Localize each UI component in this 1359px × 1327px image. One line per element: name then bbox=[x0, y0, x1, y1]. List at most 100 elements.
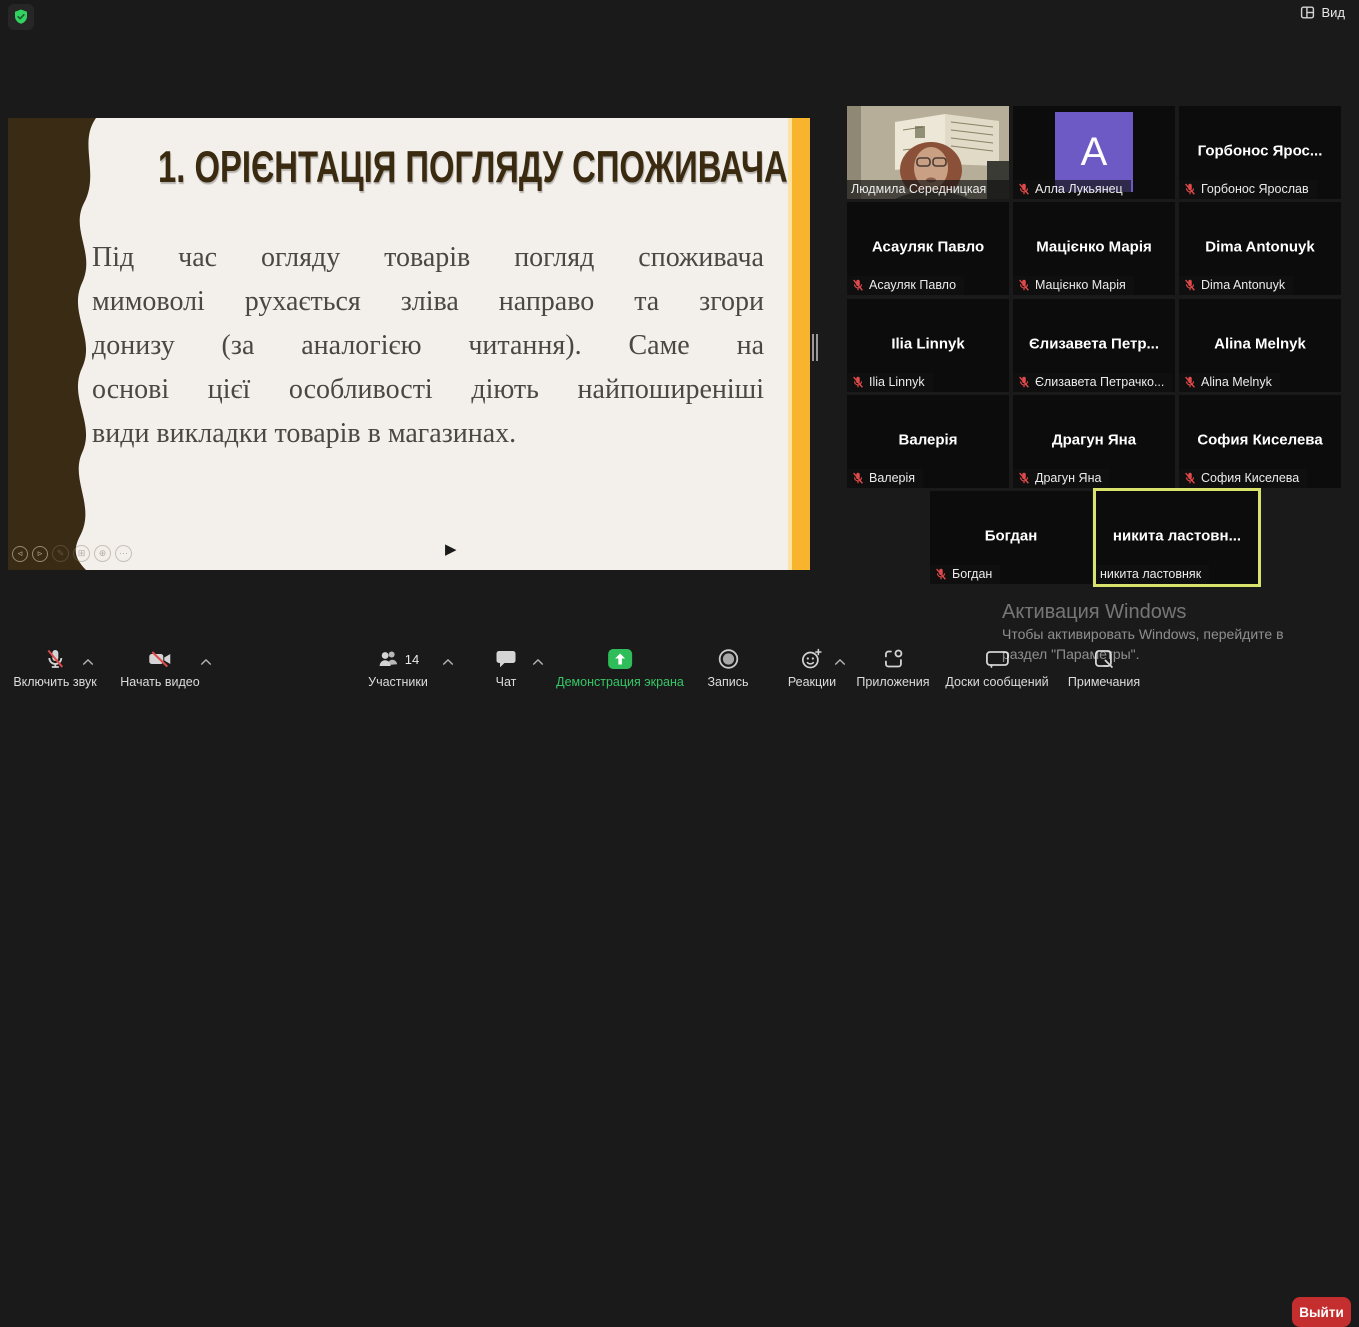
notes-icon bbox=[1092, 647, 1116, 671]
toolbar-item-label: Начать видео bbox=[120, 675, 199, 689]
start-video-button[interactable]: Начать видео bbox=[120, 646, 199, 689]
whiteboards-button[interactable]: Доски сообщений bbox=[945, 646, 1048, 689]
participant-label-text: Драгун Яна bbox=[1035, 471, 1101, 485]
mic-muted-icon bbox=[1017, 278, 1031, 292]
participants-count: 14 bbox=[405, 652, 419, 667]
participant-tile[interactable]: Єлизавета Петр... Єлизавета Петрачко... bbox=[1013, 299, 1175, 392]
mic-muted-icon bbox=[1183, 471, 1197, 485]
slide-body-line: Під час огляду товарів погляд споживача bbox=[92, 236, 764, 280]
leave-button[interactable]: Выйти bbox=[1292, 1297, 1351, 1327]
gallery-view-icon bbox=[1300, 6, 1315, 19]
participant-name-label: Dima Antonuyk bbox=[1179, 276, 1293, 295]
participant-label-text: Асауляк Павло bbox=[869, 278, 956, 292]
participant-label-text: Єлизавета Петрачко... bbox=[1035, 375, 1164, 389]
participant-tile[interactable]: Асауляк Павло Асауляк Павло bbox=[847, 202, 1009, 295]
participant-name-label: Горбонос Ярослав bbox=[1179, 180, 1317, 199]
slide-body-line: донизу (за аналогією читання). Саме на bbox=[92, 324, 764, 368]
participant-display-name: никита ластовн... bbox=[1096, 527, 1258, 544]
participant-label-text: Мацієнко Марія bbox=[1035, 278, 1126, 292]
participant-label-text: Ilia Linnyk bbox=[869, 375, 925, 389]
participant-display-name: Alina Melnyk bbox=[1179, 335, 1341, 352]
toolbar-item-label: Реакции bbox=[788, 675, 836, 689]
slide-pale-stripe bbox=[788, 118, 792, 570]
participant-tile[interactable]: Alina Melnyk Alina Melnyk bbox=[1179, 299, 1341, 392]
participant-display-name: Ilia Linnyk bbox=[847, 335, 1009, 352]
mic-muted-icon bbox=[1183, 375, 1197, 389]
record-icon bbox=[716, 647, 740, 671]
participant-display-name: Асауляк Павло bbox=[847, 238, 1009, 255]
chat-chevron-up-icon[interactable] bbox=[532, 654, 545, 672]
participant-label-text: Валерія bbox=[869, 471, 915, 485]
participant-name-label: Драгун Яна bbox=[1013, 469, 1109, 488]
mic-muted-icon bbox=[934, 567, 948, 581]
participant-name-label: Ilia Linnyk bbox=[847, 373, 933, 392]
view-label: Вид bbox=[1321, 5, 1345, 20]
slide-body-line: мимоволі рухається зліва направо та згор… bbox=[92, 280, 764, 324]
whiteboard-icon bbox=[984, 647, 1010, 671]
participant-display-name: Єлизавета Петр... bbox=[1013, 335, 1175, 352]
chat-icon bbox=[494, 647, 518, 671]
mic-muted-icon bbox=[1017, 182, 1031, 196]
participant-tile[interactable]: Dima Antonuyk Dima Antonuyk bbox=[1179, 202, 1341, 295]
view-button[interactable]: Вид bbox=[1300, 5, 1345, 20]
share-screen-icon bbox=[606, 647, 634, 671]
participant-display-name: Валерія bbox=[847, 431, 1009, 448]
mic-muted-icon bbox=[1017, 375, 1031, 389]
slide-nav-controls: ◃ ▹ ✎ ⊞ ⊕ ⋯ bbox=[12, 545, 132, 562]
participant-label-text: Богдан bbox=[952, 567, 992, 581]
start-video-chevron-up-icon[interactable] bbox=[200, 654, 213, 672]
slide-more-icon: ⋯ bbox=[115, 545, 132, 562]
apps-button[interactable]: Приложения bbox=[856, 646, 929, 689]
toolbar-item-label: Запись bbox=[707, 675, 748, 689]
shared-screen-slide: 1. ОРІЄНТАЦІЯ ПОГЛЯДУ СПОЖИВАЧА Під час … bbox=[8, 118, 810, 570]
participant-tile[interactable]: Людмила Середницкая bbox=[847, 106, 1009, 199]
mic-muted-icon bbox=[43, 647, 67, 671]
slide-prev-icon: ◃ bbox=[12, 546, 28, 562]
slide-body-line: види викладки товарів в магазинах. bbox=[92, 412, 764, 456]
participant-tile[interactable]: Мацієнко Марія Мацієнко Марія bbox=[1013, 202, 1175, 295]
participant-tile[interactable]: Ilia Linnyk Ilia Linnyk bbox=[847, 299, 1009, 392]
slide-pen-icon: ✎ bbox=[52, 545, 69, 562]
participant-display-name: Горбонос Ярос... bbox=[1179, 142, 1341, 159]
participant-display-name: Мацієнко Марія bbox=[1013, 238, 1175, 255]
participant-tile[interactable]: AАлла Лукьянец bbox=[1013, 106, 1175, 199]
notes-button[interactable]: Примечания bbox=[1068, 646, 1140, 689]
toolbar-item-label: Приложения bbox=[856, 675, 929, 689]
participants-button[interactable]: 14Участники bbox=[368, 646, 428, 689]
meeting-toolbar: Включить звукНачать видео14УчастникиЧатД… bbox=[0, 640, 1359, 698]
participant-tile[interactable]: БогданБогдан bbox=[930, 491, 1092, 584]
slide-next-icon: ▹ bbox=[32, 546, 48, 562]
presenter-cursor-icon: ▶ bbox=[445, 540, 457, 558]
reactions-button[interactable]: Реакции bbox=[788, 646, 836, 689]
mic-muted-icon bbox=[851, 375, 865, 389]
unmute-chevron-up-icon[interactable] bbox=[82, 654, 95, 672]
participant-tile[interactable]: Валерія Валерія bbox=[847, 395, 1009, 488]
participant-name-label: Богдан bbox=[930, 565, 1000, 584]
slide-title: 1. ОРІЄНТАЦІЯ ПОГЛЯДУ СПОЖИВАЧА bbox=[158, 142, 788, 193]
participant-tile[interactable]: Горбонос Ярос... Горбонос Ярослав bbox=[1179, 106, 1341, 199]
participant-label-text: Алла Лукьянец bbox=[1035, 182, 1123, 196]
participant-tile[interactable]: София Киселева София Киселева bbox=[1179, 395, 1341, 488]
security-shield-icon[interactable] bbox=[8, 4, 34, 30]
participant-name-label: Алла Лукьянец bbox=[1013, 180, 1131, 199]
slide-body: Під час огляду товарів погляд споживачам… bbox=[92, 236, 764, 456]
participant-name-label: Alina Melnyk bbox=[1179, 373, 1280, 392]
participant-label-text: Горбонос Ярослав bbox=[1201, 182, 1309, 196]
participant-label-text: София Киселева bbox=[1201, 471, 1299, 485]
participant-display-name: Драгун Яна bbox=[1013, 431, 1175, 448]
camera-muted-icon bbox=[147, 647, 173, 671]
participants-chevron-up-icon[interactable] bbox=[442, 654, 455, 672]
participant-tile[interactable]: никита ластовн...никита ластовняк bbox=[1093, 488, 1261, 587]
slide-amber-stripe bbox=[792, 118, 810, 570]
record-button[interactable]: Запись bbox=[707, 646, 748, 689]
participant-display-name: Dima Antonuyk bbox=[1179, 238, 1341, 255]
share-screen-button[interactable]: Демонстрация экрана bbox=[556, 646, 684, 689]
gallery-resize-handle[interactable] bbox=[812, 334, 821, 361]
toolbar-item-label: Чат bbox=[496, 675, 517, 689]
participant-tile[interactable]: Драгун Яна Драгун Яна bbox=[1013, 395, 1175, 488]
participant-display-name: София Киселева bbox=[1179, 431, 1341, 448]
chat-button[interactable]: Чат bbox=[494, 646, 518, 689]
mic-muted-icon bbox=[851, 471, 865, 485]
reactions-chevron-up-icon[interactable] bbox=[834, 654, 847, 672]
participant-name-label: Єлизавета Петрачко... bbox=[1013, 373, 1172, 392]
